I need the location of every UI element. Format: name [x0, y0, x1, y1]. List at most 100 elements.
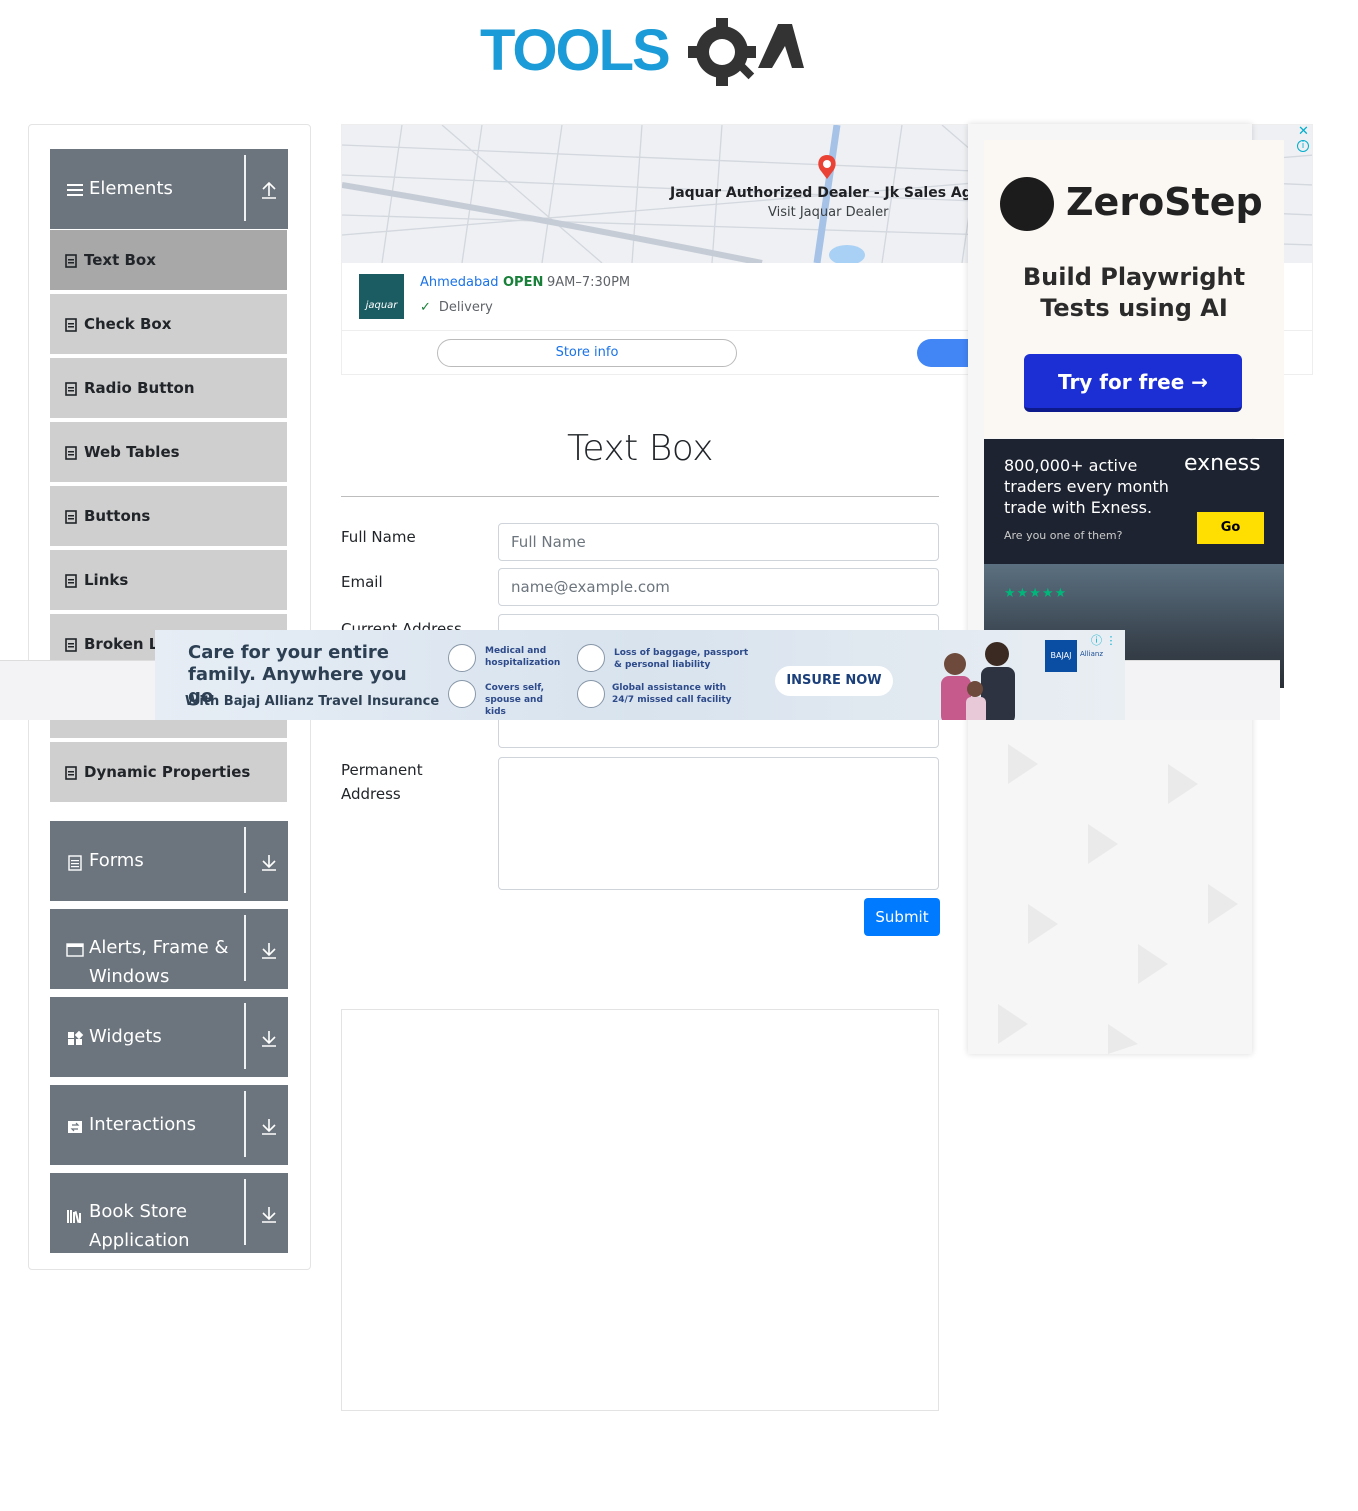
- divider: [244, 1091, 246, 1157]
- allianz-logo: Allianz: [1080, 650, 1104, 658]
- divider: [244, 1003, 246, 1069]
- feature-assistance: Global assistance with 24/7 missed call …: [612, 683, 732, 705]
- feature-medical: Medical and hospitalization: [485, 646, 561, 668]
- menu-item-text-box[interactable]: Text Box: [50, 230, 287, 292]
- zerostep-logo-icon: [1000, 177, 1054, 231]
- menu-item-label: Check Box: [84, 315, 172, 333]
- permanent-address-label: Permanent Address: [341, 761, 423, 803]
- divider: [244, 1179, 246, 1245]
- arrow-down-icon[interactable]: [258, 851, 280, 873]
- jaquar-logo: jaquar: [359, 274, 404, 319]
- title-divider: [341, 496, 939, 497]
- list-icon: [65, 574, 77, 588]
- exness-go-button[interactable]: Go: [1197, 512, 1264, 544]
- group-label: Book Store Application: [89, 1201, 190, 1251]
- exness-headline: 800,000+ active traders every month trad…: [1004, 456, 1169, 517]
- store-city[interactable]: Ahmedabad: [420, 275, 498, 290]
- window-icon: [66, 943, 84, 957]
- divider: [244, 827, 246, 893]
- rating-stars-icon: ★★★★★: [1004, 586, 1068, 601]
- baggage-icon: [577, 644, 605, 672]
- menu-item-web-tables[interactable]: Web Tables: [50, 422, 287, 484]
- ad-close-icon[interactable]: ✕: [1298, 124, 1309, 139]
- ad-info-icon[interactable]: i: [1297, 140, 1309, 152]
- group-elements[interactable]: Elements: [50, 149, 288, 229]
- group-label: Interactions: [89, 1114, 197, 1135]
- menu-item-label: Web Tables: [84, 443, 180, 461]
- menu-item-label: Links: [84, 571, 129, 589]
- bajaj-logo: BAJAJ: [1045, 640, 1077, 672]
- list-icon: [65, 446, 77, 460]
- family-icon: [448, 680, 476, 708]
- ad-info-icon[interactable]: ⓘ ⋮: [1091, 632, 1117, 648]
- menu-item-label: Text Box: [84, 251, 156, 269]
- menu-item-label: Dynamic Properties: [84, 763, 251, 781]
- menu-item-radio-button[interactable]: Radio Button: [50, 358, 287, 420]
- exness-question: Are you one of them?: [1004, 529, 1123, 542]
- feature-baggage: Loss of baggage, passport & personal lia…: [614, 648, 749, 670]
- dealer-title[interactable]: Jaquar Authorized Dealer - Jk Sales Agen: [670, 185, 991, 201]
- books-icon: [67, 1210, 81, 1224]
- email-input[interactable]: [498, 568, 939, 606]
- group-alerts-frame-windows[interactable]: Alerts, Frame & Windows: [50, 909, 288, 989]
- arrow-up-icon[interactable]: [258, 179, 280, 201]
- divider: [244, 915, 246, 981]
- delivery-label: Delivery: [438, 300, 493, 315]
- menu-item-buttons[interactable]: Buttons: [50, 486, 287, 548]
- bajaj-allianz-ad[interactable]: Care for your entire family. Anywhere yo…: [155, 630, 1125, 720]
- arrow-down-icon[interactable]: [258, 1115, 280, 1137]
- menu-item-label: Broken Li: [84, 635, 164, 653]
- list-icon: [65, 254, 77, 268]
- zerostep-tagline: Build Playwright Tests using AI: [1022, 263, 1246, 322]
- hamburger-icon: [67, 184, 83, 196]
- arrow-down-icon[interactable]: [258, 939, 280, 961]
- group-label: Elements: [89, 178, 173, 199]
- list-icon: [65, 638, 77, 652]
- page-title: Text Box: [566, 428, 714, 469]
- submit-button[interactable]: Submit: [864, 898, 940, 936]
- arrow-down-icon[interactable]: [258, 1027, 280, 1049]
- permanent-address-textarea[interactable]: [498, 757, 939, 890]
- store-hours: 9AM–7:30PM: [547, 275, 631, 290]
- document-icon: [68, 855, 82, 871]
- group-book-store-application[interactable]: Book Store Application: [50, 1173, 288, 1253]
- family-photo: [941, 642, 1015, 720]
- group-widgets[interactable]: Widgets: [50, 997, 288, 1077]
- divider: [244, 155, 246, 221]
- interactions-icon: [68, 1121, 82, 1133]
- zerostep-brand: ZeroStep: [1066, 180, 1263, 224]
- full-name-label: Full Name: [341, 528, 416, 546]
- menu-item-links[interactable]: Links: [50, 550, 287, 612]
- store-info-button[interactable]: Store info: [437, 339, 737, 367]
- group-forms[interactable]: Forms: [50, 821, 288, 901]
- list-icon: [65, 382, 77, 396]
- logo-a: [758, 24, 804, 68]
- email-label: Email: [341, 573, 383, 591]
- group-interactions[interactable]: Interactions: [50, 1085, 288, 1165]
- arrow-down-icon[interactable]: [258, 1203, 280, 1225]
- group-label: Widgets: [89, 1026, 162, 1047]
- try-for-free-button[interactable]: Try for free →: [1024, 354, 1242, 412]
- widgets-icon: [68, 1030, 84, 1045]
- output-panel: [341, 1009, 939, 1411]
- group-label: Alerts, Frame & Windows: [89, 937, 229, 987]
- insure-now-button[interactable]: INSURE NOW: [775, 666, 893, 696]
- exness-brand: exness: [1184, 451, 1261, 476]
- list-icon: [65, 510, 77, 524]
- group-label: Forms: [89, 850, 144, 871]
- gear-icon: [688, 18, 756, 86]
- menu-item-check-box[interactable]: Check Box: [50, 294, 287, 356]
- zerostep-ad[interactable]: ZeroStep Build Playwright Tests using AI…: [984, 140, 1284, 438]
- menu-item-dynamic-properties[interactable]: Dynamic Properties: [50, 742, 287, 804]
- assistance-icon: [577, 680, 605, 708]
- check-icon: ✓: [420, 300, 431, 315]
- logo-text: TOOLS: [480, 18, 669, 83]
- delivery-info: ✓ Delivery: [420, 300, 493, 315]
- feature-family: Covers self, spouse and kids: [485, 683, 545, 717]
- full-name-input[interactable]: [498, 523, 939, 561]
- dealer-subtitle: Visit Jaquar Dealer: [768, 205, 889, 220]
- list-icon: [65, 318, 77, 332]
- toolsqa-logo[interactable]: TOOLS: [480, 18, 805, 90]
- medical-icon: [448, 644, 476, 672]
- banner-subline: With Bajaj Allianz Travel Insurance: [185, 694, 440, 709]
